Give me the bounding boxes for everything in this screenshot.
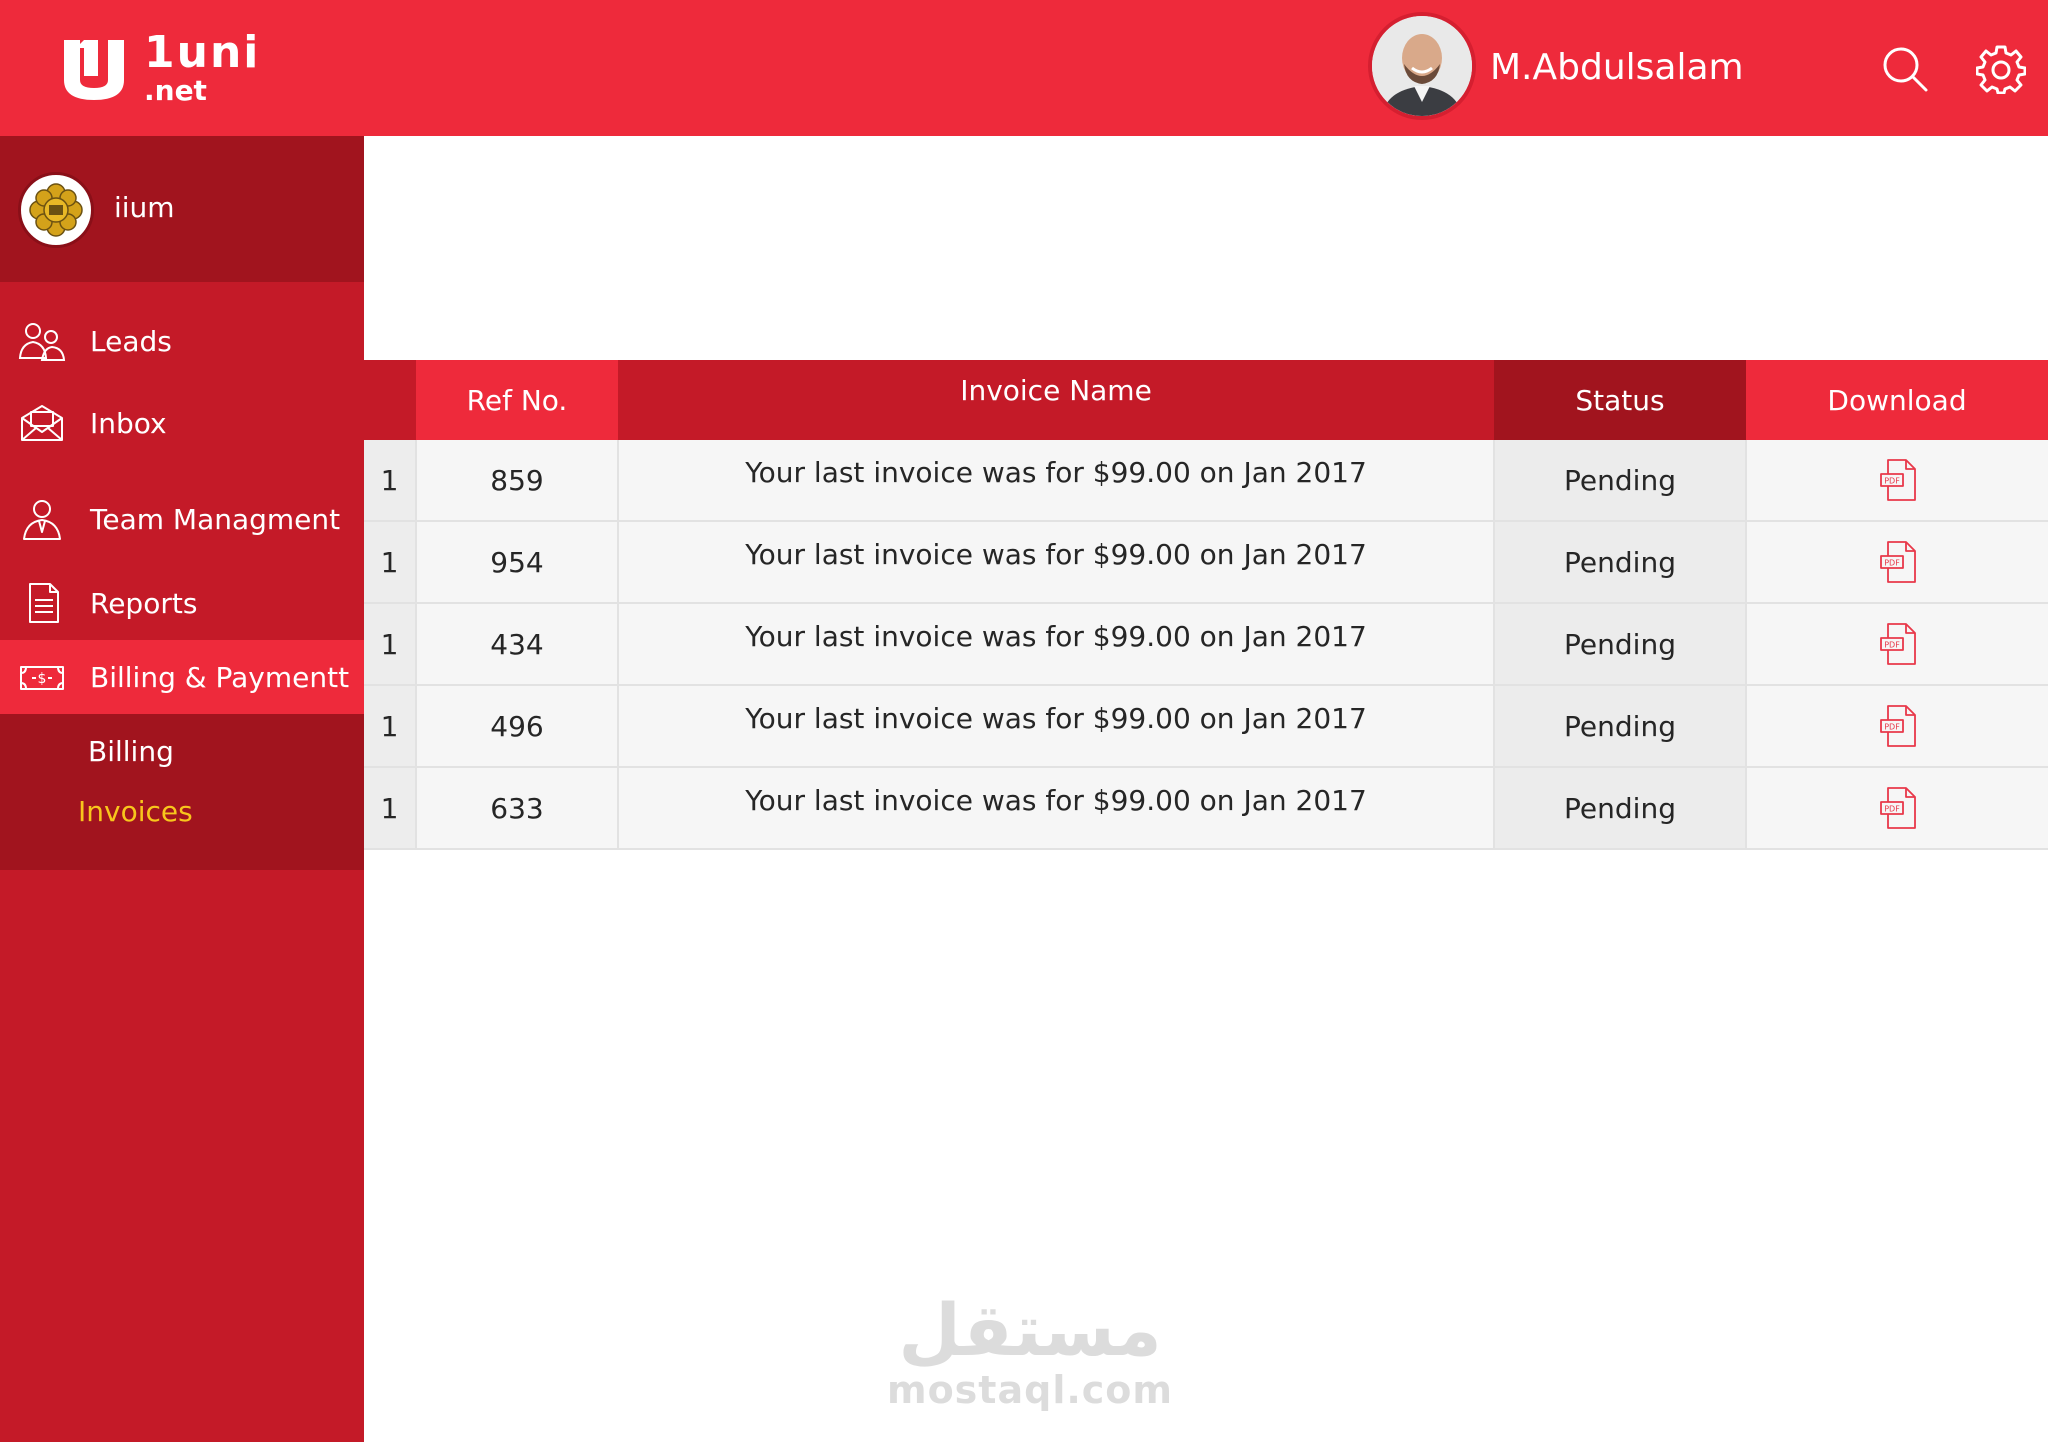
sidebar-item-label: Team Managment [90, 503, 341, 536]
pdf-file-icon: PDF [1879, 623, 1916, 665]
user-avatar[interactable] [1368, 12, 1476, 120]
gear-icon [1975, 45, 2027, 95]
svg-text:PDF: PDF [1884, 641, 1900, 650]
logo-subtext: .net [144, 74, 207, 107]
pdf-file-icon: PDF [1879, 705, 1916, 747]
svg-text:PDF: PDF [1884, 805, 1900, 814]
submenu-item-invoices[interactable]: Invoices [78, 792, 193, 832]
download-pdf-button[interactable]: PDF [1746, 685, 2048, 768]
row-ref: 496 [416, 685, 619, 768]
app-logo[interactable]: 1uni .net [60, 28, 270, 108]
table-row[interactable]: 1 633 Your last invoice was for $99.00 o… [364, 767, 2048, 850]
row-invoice-name: Your last invoice was for $99.00 on Jan … [618, 440, 1495, 522]
pdf-file-icon: PDF [1879, 459, 1916, 501]
top-bar: 1uni .net M.Abdulsalam [0, 0, 2048, 136]
column-header-ref[interactable]: Ref No. [416, 360, 618, 440]
user-tie-icon [23, 500, 61, 540]
row-status: Pending [1494, 767, 1747, 850]
svg-text:$: $ [38, 671, 47, 687]
org-logo [18, 172, 94, 248]
column-header-download: Download [1746, 360, 2048, 440]
column-header-index [364, 360, 416, 440]
row-index: 1 [364, 767, 417, 850]
avatar-person-icon [1372, 16, 1472, 116]
org-name: iium [114, 191, 175, 224]
column-header-status[interactable]: Status [1494, 360, 1746, 440]
billing-submenu: Billing Invoices [0, 714, 364, 870]
sidebar-item-team-management[interactable]: Team Managment [0, 482, 364, 556]
row-ref: 859 [416, 440, 619, 522]
sidebar-item-billing-payment[interactable]: $ Billing & Paymentt [0, 640, 364, 714]
table-header-row: Ref No. Invoice Name Status Download [364, 360, 2048, 440]
submenu-item-billing[interactable]: Billing [88, 732, 174, 772]
table-row[interactable]: 1 434 Your last invoice was for $99.00 o… [364, 603, 2048, 686]
sidebar: iium Leads Inbox Team Managment Reports … [0, 136, 364, 1442]
user-name[interactable]: M.Abdulsalam [1490, 44, 1744, 92]
row-invoice-name: Your last invoice was for $99.00 on Jan … [618, 603, 1495, 686]
sidebar-item-reports[interactable]: Reports [0, 566, 364, 640]
column-header-name[interactable]: Invoice Name [618, 360, 1494, 440]
table-row[interactable]: 1 954 Your last invoice was for $99.00 o… [364, 521, 2048, 604]
row-status: Pending [1494, 440, 1747, 522]
pdf-file-icon: PDF [1879, 787, 1916, 829]
users-icon [18, 323, 66, 361]
row-index: 1 [364, 685, 417, 768]
row-ref: 434 [416, 603, 619, 686]
row-status: Pending [1494, 521, 1747, 604]
watermark-latin: mostaql.com [886, 1368, 1174, 1412]
row-index: 1 [364, 603, 417, 686]
row-status: Pending [1494, 685, 1747, 768]
download-pdf-button[interactable]: PDF [1746, 440, 2048, 522]
row-invoice-name: Your last invoice was for $99.00 on Jan … [618, 685, 1495, 768]
sidebar-item-label: Leads [90, 325, 172, 358]
search-icon [1883, 47, 1928, 92]
table-row[interactable]: 1 859 Your last invoice was for $99.00 o… [364, 440, 2048, 522]
row-index: 1 [364, 440, 417, 522]
svg-text:PDF: PDF [1884, 477, 1900, 486]
org-header[interactable]: iium [0, 136, 364, 282]
settings-button[interactable] [1975, 44, 2027, 95]
sidebar-item-label: Reports [90, 587, 198, 620]
download-pdf-button[interactable]: PDF [1746, 521, 2048, 604]
svg-text:PDF: PDF [1884, 559, 1900, 568]
invoice-table: Ref No. Invoice Name Status Download 1 8… [364, 360, 2048, 850]
table-row[interactable]: 1 496 Your last invoice was for $99.00 o… [364, 685, 2048, 768]
svg-text:PDF: PDF [1884, 723, 1900, 732]
row-ref: 954 [416, 521, 619, 604]
org-emblem-icon [29, 183, 83, 237]
row-index: 1 [364, 521, 417, 604]
sidebar-item-inbox[interactable]: Inbox [0, 386, 364, 460]
logo-mark-icon [64, 40, 124, 100]
watermark: مستقل mostaql.com [880, 1290, 1180, 1420]
sidebar-item-label: Billing & Paymentt [90, 661, 350, 694]
document-icon [29, 583, 59, 623]
row-status: Pending [1494, 603, 1747, 686]
pdf-file-icon: PDF [1879, 541, 1916, 583]
search-button[interactable] [1880, 44, 1930, 94]
download-pdf-button[interactable]: PDF [1746, 603, 2048, 686]
sidebar-item-label: Inbox [90, 407, 167, 440]
row-invoice-name: Your last invoice was for $99.00 on Jan … [618, 521, 1495, 604]
row-invoice-name: Your last invoice was for $99.00 on Jan … [618, 767, 1495, 850]
download-pdf-button[interactable]: PDF [1746, 767, 2048, 850]
watermark-arabic: مستقل [898, 1288, 1162, 1372]
money-icon: $ [20, 666, 64, 690]
sidebar-item-leads[interactable]: Leads [0, 304, 364, 378]
row-ref: 633 [416, 767, 619, 850]
envelope-icon [21, 405, 63, 441]
